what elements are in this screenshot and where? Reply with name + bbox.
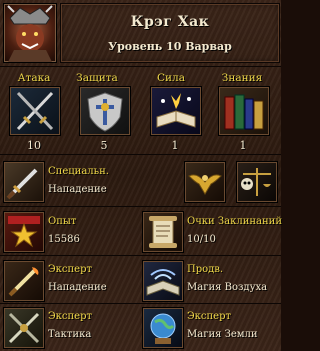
spellbook-icon: [156, 93, 196, 128]
skill-tactics-name: Тактика: [48, 329, 92, 340]
hero-name: Крэг Хак: [130, 14, 210, 30]
specialty-title: Специальн.: [48, 166, 109, 177]
hero-level: Уровень 10 Варвар: [108, 40, 232, 53]
divider: [0, 303, 281, 304]
flaming-sword-icon: [8, 267, 39, 297]
spell-points-icon-box[interactable]: [142, 211, 184, 253]
specialty-icon-box[interactable]: [3, 161, 45, 203]
defense-value: 5: [100, 139, 108, 152]
shield-icon: [87, 92, 123, 132]
skill-air-magic-level: Продв.: [187, 264, 224, 275]
skill-tactics[interactable]: [3, 307, 45, 349]
experience-value: 15586: [48, 234, 80, 245]
knowledge-value: 1: [239, 139, 247, 152]
skill-air-magic-name: Магия Воздуха: [187, 282, 268, 293]
dagger-icon: [6, 168, 38, 200]
knowledge-stat[interactable]: [218, 86, 270, 136]
skill-offense[interactable]: [3, 260, 45, 302]
attack-stat[interactable]: [9, 86, 61, 136]
spell-points-label: Очки Заклинаний: [187, 216, 282, 227]
experience-label: Опыт: [48, 216, 77, 227]
experience-icon-box[interactable]: [3, 211, 45, 253]
skill-earth-magic-name: Магия Земли: [187, 329, 258, 340]
crossed-swords-icon: [8, 312, 40, 344]
eagle-emblem[interactable]: [184, 161, 226, 203]
divider: [0, 66, 281, 67]
hero-info-panel: Крэг Хак Уровень 10 Варвар Атака Защита …: [0, 0, 282, 351]
skull-scales[interactable]: [236, 161, 278, 203]
sword-icon: [16, 91, 54, 131]
skull-scales-icon: [241, 168, 271, 196]
divider: [0, 255, 281, 256]
hero-portrait[interactable]: [3, 3, 57, 63]
power-value: 1: [171, 139, 179, 152]
spell-points-value: 10/10: [187, 234, 216, 245]
skill-offense-level: Эксперт: [48, 264, 93, 275]
specialty-value: Нападение: [48, 184, 107, 195]
hero-title-box: Крэг Хак Уровень 10 Варвар: [60, 3, 280, 63]
divider: [0, 206, 281, 207]
skill-earth-magic-level: Эксперт: [187, 311, 232, 322]
power-stat[interactable]: [150, 86, 202, 136]
attack-label: Атака: [17, 72, 51, 84]
divider: [0, 154, 281, 155]
skill-air-magic[interactable]: [142, 260, 184, 302]
skill-tactics-level: Эксперт: [48, 311, 93, 322]
earth-orb-icon: [150, 313, 176, 344]
knowledge-label: Знания: [221, 72, 263, 84]
medal-icon: [8, 216, 40, 248]
air-magic-book-icon: [146, 269, 180, 296]
skill-offense-name: Нападение: [48, 282, 107, 293]
books-icon: [224, 94, 264, 130]
scroll-icon: [149, 216, 177, 248]
defense-label: Защита: [76, 72, 118, 84]
skill-earth-magic[interactable]: [142, 307, 184, 349]
attack-value: 10: [27, 139, 41, 152]
defense-stat[interactable]: [79, 86, 131, 136]
eagle-emblem-icon: [188, 174, 222, 195]
power-label: Сила: [157, 72, 185, 84]
